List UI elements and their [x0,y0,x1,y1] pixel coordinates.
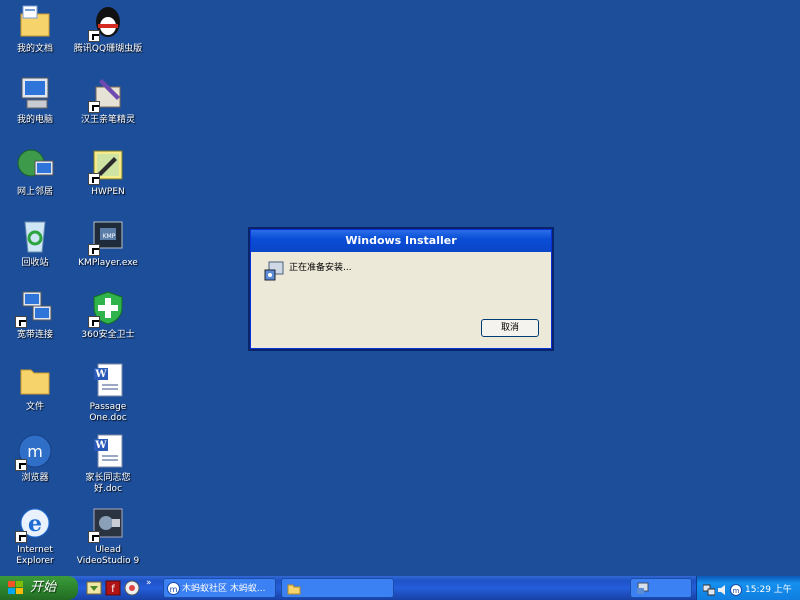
word-document-icon: W [88,431,128,471]
svg-text:e: e [28,511,42,537]
dialog-title[interactable]: Windows Installer [251,230,551,252]
task-button-folder[interactable] [281,578,394,598]
system-tray: m 15:29 上午 [696,576,800,600]
desktop-icon-hwpen[interactable]: HWPEN [72,145,144,198]
task-button-installer[interactable] [630,578,692,598]
desktop-icon-label: Internet Explorer [16,545,54,566]
desktop-icon-label: 文件 [25,402,44,412]
maxthon-browser-icon: m [167,582,180,595]
desktop-icon-label: 汉王亲笔精灵 [80,115,135,125]
shortcut-arrow-icon [88,316,100,328]
svg-text:f: f [111,584,115,595]
task-button-label: 木蚂蚁社区 木蚂蚁... [182,584,266,594]
shortcut-arrow-icon [15,459,27,471]
desktop-icon-my-computer[interactable]: 我的电脑 [0,73,71,126]
folder-icon [15,360,55,400]
desktop-icon-label: KMPlayer.exe [78,258,138,268]
svg-text:W: W [94,369,107,380]
desktop-icon-hanwang[interactable]: 汉王亲笔精灵 [72,73,144,126]
shortcut-arrow-icon [15,531,27,543]
quicklaunch-show-desktop-icon[interactable] [86,580,102,596]
svg-text:W: W [94,440,107,451]
svg-text:m: m [27,442,43,461]
windows-logo-icon [8,581,23,594]
quicklaunch-more-chevron[interactable]: » [146,578,152,588]
desktop-icon-broadband[interactable]: 宽带连接 [0,288,71,341]
desktop-icon-my-documents[interactable]: 我的文档 [0,2,71,55]
start-label: 开始 [30,580,57,595]
network-tray-icon[interactable] [702,581,716,596]
desktop-icon-360[interactable]: 360安全卫士 [72,288,144,341]
desktop-icon-browser[interactable]: m 浏览器 [0,431,71,484]
svg-text:m: m [733,587,740,595]
recycle-bin-icon [15,216,55,256]
qq-penguin-icon [88,2,128,42]
shortcut-arrow-icon [88,101,100,113]
desktop-icon-label: 我的电脑 [16,115,53,125]
network-connection-icon [15,288,55,328]
task-button-mumayi[interactable]: m 木蚂蚁社区 木蚂蚁... [163,578,276,598]
desktop-icon-passage-one[interactable]: W Passage One.doc [72,360,144,424]
internet-explorer-icon: e [15,503,55,543]
volume-tray-icon[interactable] [717,581,729,595]
computer-icon [15,73,55,113]
desktop-icon-label: 宽带连接 [16,330,53,340]
desktop-icon-parents-doc[interactable]: W 家长同志您好.doc [72,431,144,495]
desktop-icon-label: 我的文档 [16,44,53,54]
desktop-icon-label: 浏览器 [21,473,49,483]
installer-dialog: Windows Installer 正在准备安装... 取消 [250,229,552,349]
desktop-icon-internet-explorer[interactable]: e Internet Explorer [0,503,71,567]
desktop-icon-label: 腾讯QQ珊瑚虫版 [73,44,143,54]
shortcut-arrow-icon [88,531,100,543]
desktop-icon-kmplayer[interactable]: KMP KMPlayer.exe [72,216,144,269]
desktop-icon-label: HWPEN [91,187,125,197]
desktop-icon-label: 360安全卫士 [81,330,135,340]
maxthon-tray-icon[interactable]: m [730,581,742,596]
network-globe-icon [15,145,55,185]
desktop-icon-folder[interactable]: 文件 [0,360,71,413]
shortcut-arrow-icon [88,30,100,42]
maxthon-browser-icon: m [15,431,55,471]
desktop-icon-label: 网上邻居 [16,187,53,197]
kmplayer-icon: KMP [88,216,128,256]
svg-text:m: m [170,585,178,594]
pen-tablet-icon [88,73,128,113]
desktop-icon-qq[interactable]: 腾讯QQ珊瑚虫版 [72,2,144,55]
installer-setup-icon [637,582,649,594]
desktop-icon-videostudio[interactable]: Ulead VideoStudio 9 [72,503,144,567]
shortcut-arrow-icon [88,244,100,256]
shield-icon [88,288,128,328]
tray-clock[interactable]: 15:29 上午 [745,582,792,595]
cancel-button[interactable]: 取消 [481,319,539,337]
shortcut-arrow-icon [88,173,100,185]
desktop-icon-recycle-bin[interactable]: 回收站 [0,216,71,269]
dialog-message: 正在准备安装... [289,263,352,273]
installer-setup-icon [263,260,285,282]
desktop-icon-label: Passage One.doc [89,402,127,423]
video-camera-icon [88,503,128,543]
hwpen-icon [88,145,128,185]
desktop-icon-label: 回收站 [21,258,49,268]
dialog-body: 正在准备安装... 取消 [251,252,551,348]
start-button[interactable]: 开始 [0,576,78,600]
svg-text:KMP: KMP [103,233,116,240]
quicklaunch-flash-icon[interactable]: f [105,580,121,596]
folder-icon [287,584,301,595]
folder-documents-icon [15,2,55,42]
shortcut-arrow-icon [15,316,27,328]
quicklaunch-player-icon[interactable] [124,580,140,596]
desktop-icon-network-places[interactable]: 网上邻居 [0,145,71,198]
taskbar: 开始 f » m 木蚂蚁社区 木蚂蚁... m 15:29 上午 [0,576,800,600]
desktop-icon-label: 家长同志您好.doc [85,473,131,494]
desktop-icon-label: Ulead VideoStudio 9 [76,545,140,566]
word-document-icon: W [88,360,128,400]
